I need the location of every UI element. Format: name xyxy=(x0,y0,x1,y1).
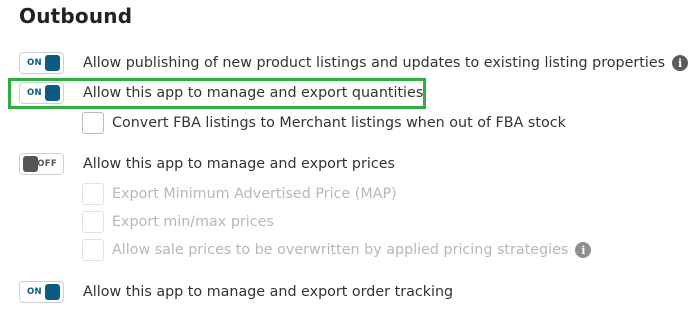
info-icon[interactable]: i xyxy=(672,55,688,71)
order-tracking-label: Allow this app to manage and export orde… xyxy=(83,284,454,300)
export-minmax-setting: Export min/max prices xyxy=(112,208,274,236)
export-minmax-checkbox xyxy=(82,211,104,233)
convert-fba-label: Convert FBA listings to Merchant listing… xyxy=(112,115,566,131)
toggle-state-label: OFF xyxy=(37,159,57,169)
toggle-knob xyxy=(23,156,38,172)
manage-prices-toggle[interactable]: OFF xyxy=(19,153,64,175)
publish-listings-toggle[interactable]: ON xyxy=(19,52,64,74)
section-title: Outbound xyxy=(19,4,133,28)
sale-prices-label: Allow sale prices to be overwritten by a… xyxy=(112,242,569,258)
publish-listings-setting: Allow publishing of new product listings… xyxy=(83,49,688,77)
toggle-knob xyxy=(45,55,60,71)
toggle-state-label: ON xyxy=(27,58,42,68)
sale-prices-setting: Allow sale prices to be overwritten by a… xyxy=(112,236,592,264)
order-tracking-setting: Allow this app to manage and export orde… xyxy=(83,278,453,306)
export-map-label: Export Minimum Advertised Price (MAP) xyxy=(112,186,397,202)
toggle-state-label: ON xyxy=(27,287,42,297)
convert-fba-checkbox[interactable] xyxy=(82,112,104,134)
info-icon[interactable]: i xyxy=(575,242,592,258)
manage-prices-setting: Allow this app to manage and export pric… xyxy=(83,150,395,178)
publish-listings-label: Allow publishing of new product listings… xyxy=(83,55,666,71)
toggle-knob xyxy=(45,284,60,300)
sale-prices-checkbox xyxy=(82,239,104,261)
highlight-box xyxy=(8,78,426,109)
export-map-setting: Export Minimum Advertised Price (MAP) xyxy=(112,180,397,208)
export-minmax-label: Export min/max prices xyxy=(112,214,274,230)
convert-fba-setting: Convert FBA listings to Merchant listing… xyxy=(112,109,566,137)
order-tracking-toggle[interactable]: ON xyxy=(19,281,64,303)
export-map-checkbox xyxy=(82,183,104,205)
manage-prices-label: Allow this app to manage and export pric… xyxy=(83,156,395,172)
